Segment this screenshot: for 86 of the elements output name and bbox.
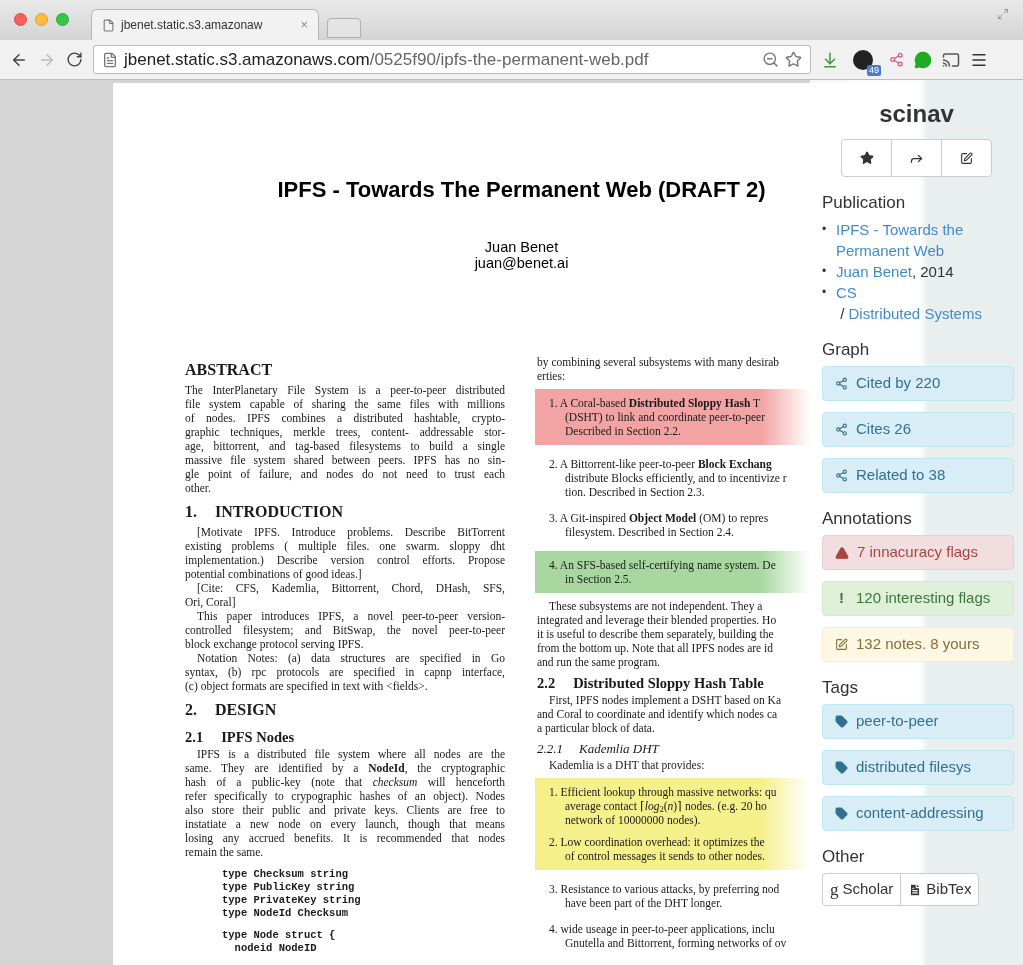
section-heading: Annotations: [822, 509, 913, 529]
paragraph: This paper introduces IPFS, a novel peer-to-peer version- controlled filesystem; and BitSwap, the novel peer-to-peer block exchange protocol serving IPFS.: [185, 609, 505, 651]
cast-icon[interactable]: [942, 50, 960, 69]
address-bar[interactable]: jbenet.static.s3.amazonaws.com/0525f90/ipfs-the-permanent-web.pdf: [93, 45, 811, 74]
exclamation-icon: !: [835, 587, 848, 610]
label: , 2014: [911, 263, 954, 280]
edit-icon: [835, 638, 848, 651]
subsection-heading: 2.2 Distributed Sloppy Hash Table: [537, 674, 764, 692]
paragraph: Kademlia is a DHT that provides:: [548, 758, 705, 772]
code-text: type Checksum string type PublicKey string type PrivateKey string type NodeId Checksum: [222, 868, 361, 920]
tab-title: jbenet.static.s3.amazonaw: [121, 17, 264, 34]
scholar-button[interactable]: g Scholar: [822, 873, 902, 906]
paragraph: IPFS is a distributed file system where all nodes are the same. They are identified by a NodeId, the cryptographic hash of a public-key (note that checksum will henceforth refer specifically to crypographic hashes of an object). Nodes also store their public and private keys. Clients are free to instatiate a new node on every launch, though that means losing any accrued benefits. It is recommended that nodes remain the same.: [185, 747, 505, 859]
tag-button[interactable]: distributed filesys: [822, 750, 1014, 785]
share-icon[interactable]: [889, 52, 904, 67]
paragraph: These subsystems are not independent. They a integrated and leverage their blended properties. Ho it is useful to describe them separately, building the from the bottom up. Note that all IPFS nodes are id and run the same program.: [537, 599, 777, 669]
section-heading: Publication: [822, 193, 907, 213]
fullscreen-icon[interactable]: [997, 8, 1009, 20]
speech-bubble-icon[interactable]: [914, 50, 932, 69]
subsection-heading: 2.1 IPFS Nodes: [185, 728, 295, 746]
edit-button[interactable]: [941, 139, 992, 177]
star-icon: [859, 151, 874, 165]
list-item: 1. A Coral-based Distributed Sloppy Hash T (DSHT) to link and coordinate peer-to-peer Described in Section 2.2.: [549, 396, 765, 438]
list-item: 4. An SFS-based self-certifying name system. De in Section 2.5.: [549, 558, 776, 586]
share-icon: [835, 377, 848, 390]
link[interactable]: CS: [836, 282, 857, 303]
tag-icon: [835, 807, 848, 820]
list-item: 2. Low coordination overhead: it optimizes the of control messages it sends to other nodes.: [549, 835, 765, 863]
subsection-heading: 2.2.1 Kademlia DHT: [537, 741, 659, 757]
badge: 49: [867, 64, 881, 76]
section-heading: Other: [822, 847, 866, 867]
paragraph: by combining several subsystems with many desirab erties:: [537, 355, 780, 383]
section-heading: 1. INTRODUCTION: [185, 503, 343, 521]
maximize-window-button[interactable]: [56, 12, 69, 26]
annotation-button[interactable]: ! 120 interesting flags: [822, 581, 1014, 616]
paragraph: [Cite: CFS, Kademlia, Bittorrent, Chord, DHash, SFS, Ori, Coral]: [185, 581, 505, 609]
share-icon: [835, 423, 848, 436]
list-item: 4. wide useage in peer-to-peer applications, inclu Gnutella and Bittorrent, forming networks of ov: [549, 922, 787, 950]
bullet: •: [822, 221, 828, 238]
star-button[interactable]: [841, 139, 892, 177]
section-heading: Tags: [822, 678, 859, 698]
link[interactable]: Distributed Systems: [848, 303, 982, 324]
tag-icon: [835, 761, 848, 774]
share-icon: [835, 469, 848, 482]
author-email: juan@benet.ai: [474, 255, 569, 271]
annotation-button[interactable]: 7 innacuracy flags: [822, 535, 1014, 570]
document-title: IPFS - Towards The Permanent Web (DRAFT 2): [277, 176, 766, 204]
list-item: 3. Resistance to various attacks, by preferring nod have been part of the DHT longer.: [549, 882, 780, 910]
paragraph: First, IPFS nodes implement a DSHT based on Ka and Coral to coordinate and identify which nodes ca a particular block of data.: [537, 693, 782, 735]
edit-icon: [960, 151, 973, 165]
link[interactable]: Juan Benet: [836, 261, 912, 282]
code-text: type Node struct { nodeid NodeID: [222, 929, 336, 955]
link[interactable]: IPFS - Towards the Permanent Web: [836, 219, 986, 261]
tag-icon: [835, 715, 848, 728]
list-item: 1. Efficient lookup through massive networks: qu average contact ⌈log$_{2}$(n)⌉ nodes. (e.g. 20 ho network of 10000000 nodes).: [549, 785, 777, 827]
graph-button[interactable]: Cites 26: [822, 412, 1014, 447]
bullet: •: [822, 263, 828, 280]
bullet: •: [822, 284, 828, 301]
paragraph: The InterPlanetary File System is a peer-to-peer distributed file system capable of sharing the same files with millions of nodes. IPFS combines a distributed hashtable, crypto- graphic techniques, merkle trees, content- addressable stor- age, bittorrent, and tag-based filesystems to build a single massive file system shared between peers. IPFS has no sin- gle point of failure, and nodes do not need to trust each other.: [185, 383, 505, 495]
new-tab-button[interactable]: [327, 18, 361, 38]
document-icon: [908, 882, 923, 897]
reload-icon[interactable]: [66, 51, 83, 68]
page-icon: [102, 18, 115, 32]
section-heading: Graph: [822, 340, 871, 360]
graph-button[interactable]: Related to 38: [822, 458, 1014, 493]
graph-button[interactable]: Cited by 220: [822, 366, 1014, 401]
close-tab-button[interactable]: ×: [300, 15, 308, 35]
paragraph: [Motivate IPFS. Introduce problems. Describe BitTorrent existing problems ( multiple files. one swarm. sloppy dht implementation.) Describe version control efforts. Propose potential combinations of good ideas.]: [185, 525, 505, 581]
tag-button[interactable]: content-addressing: [822, 796, 1014, 831]
annotation-button[interactable]: 132 notes. 8 yours: [822, 627, 1014, 662]
list-item: 2. A Bittorrent-like peer-to-peer Block Exchang distribute Blocks efficiently, and to incentivize r tion. Described in Section 2.3.: [549, 457, 787, 499]
list-item: 3. A Git-inspired Object Model (OM) to repres filesystem. Described in Section 2.4.: [549, 511, 769, 539]
sidebar-title: scinav: [878, 100, 955, 128]
label: /: [839, 305, 846, 322]
tag-button[interactable]: peer-to-peer: [822, 704, 1014, 739]
paragraph: Notation Notes: (a) data structures are specified in Go syntax, (b) rpc protocols are specified in capnp interface, (c) object formats are specified in text with <fields>.: [185, 651, 505, 693]
section-heading: 2. DESIGN: [185, 701, 277, 719]
bibtex-button[interactable]: BibTex: [900, 873, 980, 906]
minimize-window-button[interactable]: [35, 12, 48, 26]
download-arrow-icon[interactable]: [821, 50, 839, 69]
browser-tab[interactable]: jbenet.static.s3.amazonaw ×: [91, 9, 319, 40]
close-window-button[interactable]: [14, 12, 27, 26]
author-name: Juan Benet: [484, 239, 559, 255]
warning-icon: [835, 545, 849, 560]
section-heading: ABSTRACT: [185, 361, 273, 379]
g-icon: g: [830, 881, 839, 898]
